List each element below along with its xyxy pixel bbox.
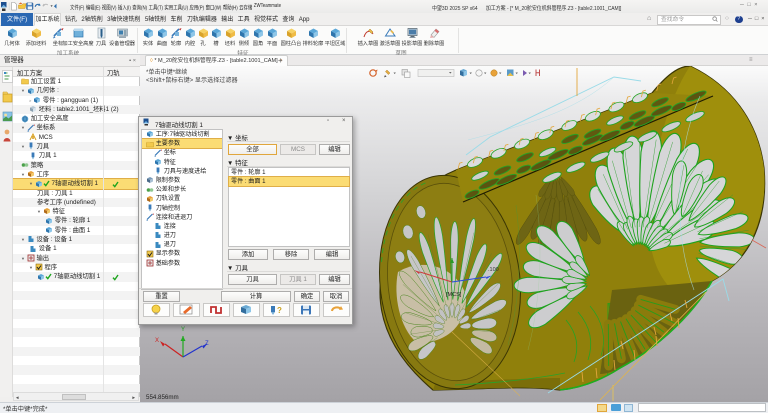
- svg-text:?: ?: [277, 306, 282, 315]
- svg-text:Z: Z: [205, 341, 209, 347]
- svg-text:[MCS]: [MCS]: [446, 292, 462, 298]
- svg-text:X: X: [155, 338, 159, 344]
- svg-text:Y: Y: [181, 327, 185, 333]
- svg-text:554.856mm: 554.856mm: [146, 394, 179, 401]
- svg-text:.100: .100: [488, 267, 499, 273]
